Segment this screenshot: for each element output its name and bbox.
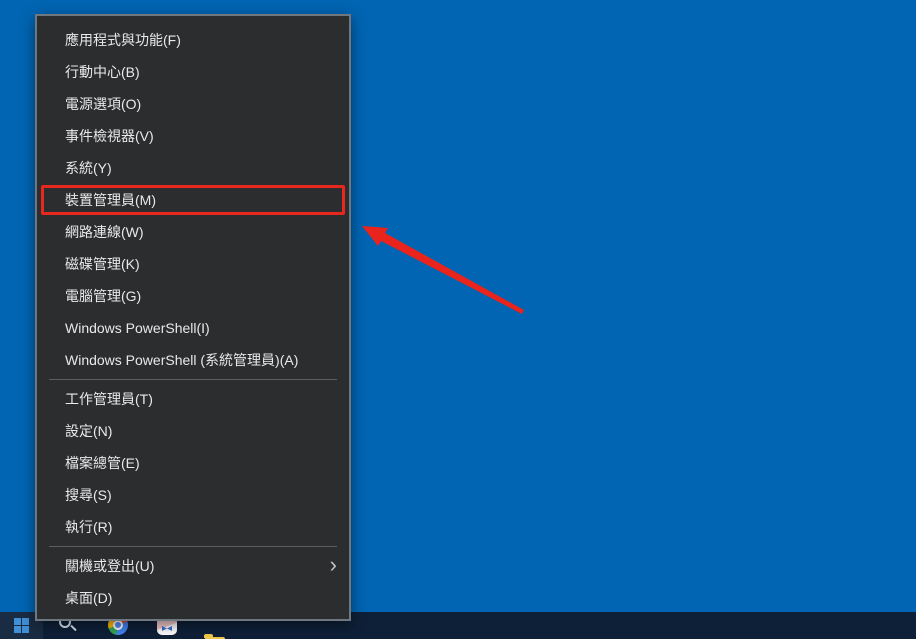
menu-item[interactable]: 搜尋(S) bbox=[37, 479, 349, 511]
menu-item-label: Windows PowerShell(I) bbox=[65, 320, 210, 336]
menu-item-label: 執行(R) bbox=[65, 519, 112, 535]
menu-item-label: 工作管理員(T) bbox=[65, 391, 153, 407]
menu-item[interactable]: 關機或登出(U) › bbox=[37, 550, 349, 582]
menu-item-label: 事件檢視器(V) bbox=[65, 128, 154, 144]
submenu-chevron-icon: › bbox=[330, 550, 337, 582]
menu-item[interactable]: 系統(Y) bbox=[37, 152, 349, 184]
menu-item[interactable]: Windows PowerShell(I) bbox=[37, 312, 349, 344]
menu-item-label: Windows PowerShell (系統管理員)(A) bbox=[65, 352, 298, 368]
menu-item[interactable]: 電腦管理(G) bbox=[37, 280, 349, 312]
menu-item-label: 系統(Y) bbox=[65, 160, 112, 176]
menu-item-label: 行動中心(B) bbox=[65, 64, 140, 80]
menu-separator bbox=[49, 546, 337, 547]
menu-item-label: 電腦管理(G) bbox=[65, 288, 141, 304]
menu-item-label: 網路連線(W) bbox=[65, 224, 144, 240]
menu-item[interactable]: 工作管理員(T) bbox=[37, 383, 349, 415]
menu-separator bbox=[49, 379, 337, 380]
menu-item[interactable]: 磁碟管理(K) bbox=[37, 248, 349, 280]
menu-item-label: 檔案總管(E) bbox=[65, 455, 140, 471]
menu-item[interactable]: 行動中心(B) bbox=[37, 56, 349, 88]
menu-item-label: 設定(N) bbox=[65, 423, 112, 439]
menu-item[interactable]: 電源選項(O) bbox=[37, 88, 349, 120]
menu-item[interactable]: Windows PowerShell (系統管理員)(A) bbox=[37, 344, 349, 376]
menu-item-label: 桌面(D) bbox=[65, 590, 112, 606]
menu-item[interactable]: 設定(N) bbox=[37, 415, 349, 447]
menu-item[interactable]: 桌面(D) bbox=[37, 582, 349, 614]
menu-item[interactable]: 裝置管理員(M) bbox=[37, 184, 349, 216]
menu-item-label: 關機或登出(U) bbox=[65, 558, 154, 574]
menu-item[interactable]: 檔案總管(E) bbox=[37, 447, 349, 479]
menu-item-label: 應用程式與功能(F) bbox=[65, 32, 181, 48]
winx-menu: 應用程式與功能(F) 行動中心(B) 電源選項(O) 事件檢視器(V) 系統(Y… bbox=[35, 14, 351, 621]
menu-item[interactable]: 網路連線(W) bbox=[37, 216, 349, 248]
menu-item-label: 磁碟管理(K) bbox=[65, 256, 140, 272]
menu-item[interactable]: 事件檢視器(V) bbox=[37, 120, 349, 152]
menu-item[interactable]: 應用程式與功能(F) bbox=[37, 24, 349, 56]
menu-item-label: 電源選項(O) bbox=[65, 96, 141, 112]
menu-item-label: 裝置管理員(M) bbox=[65, 192, 156, 208]
windows-logo-icon bbox=[14, 618, 29, 633]
menu-item[interactable]: 執行(R) bbox=[37, 511, 349, 543]
menu-item-label: 搜尋(S) bbox=[65, 487, 112, 503]
